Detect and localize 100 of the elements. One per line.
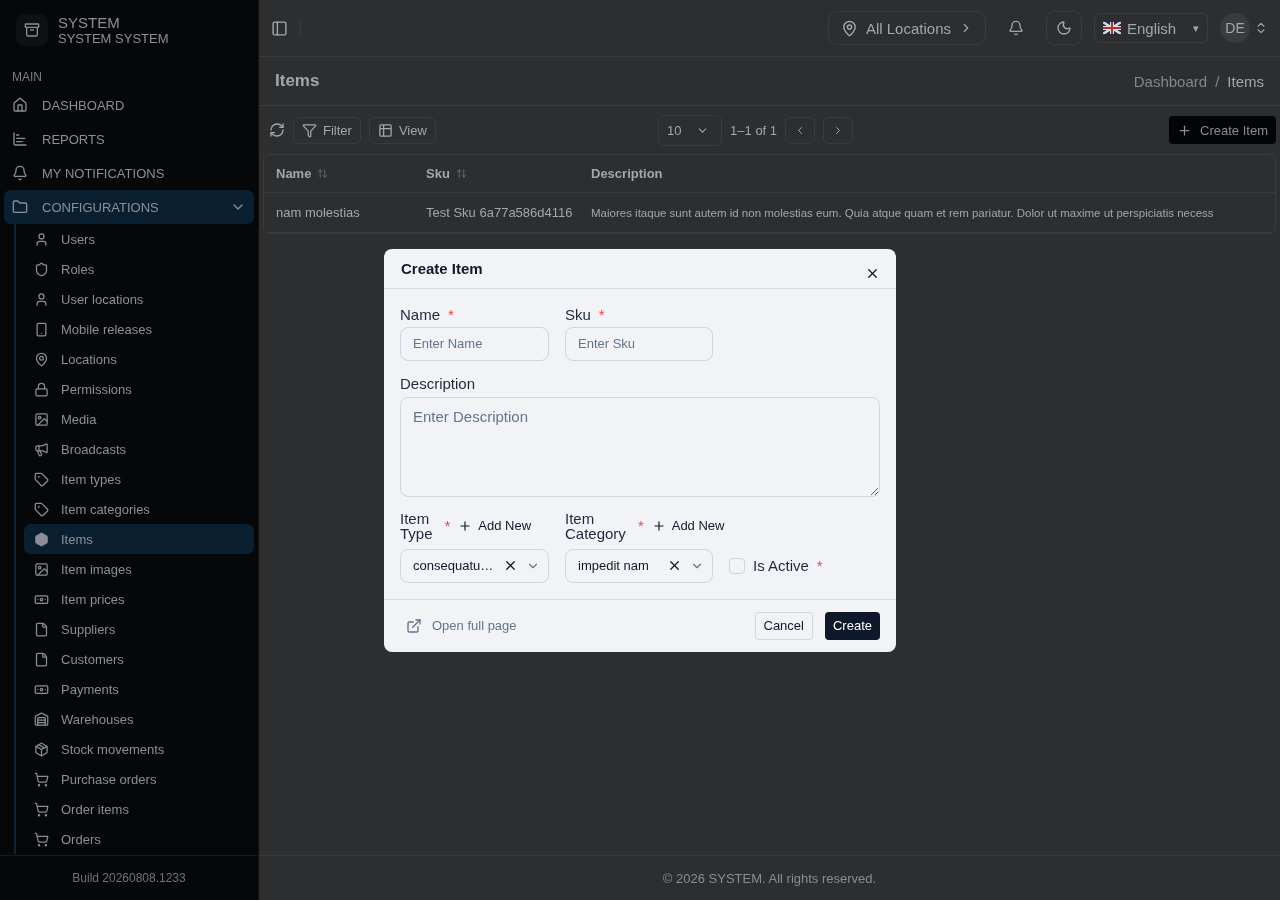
field-label: Item Category — [565, 510, 626, 541]
sidebar-item[interactable]: Locations — [24, 344, 254, 374]
create-button[interactable]: Create — [824, 611, 880, 640]
sidebar-toggle-icon[interactable] — [271, 19, 288, 37]
sidebar-item[interactable]: Item categories — [24, 494, 254, 524]
sidebar-item[interactable]: Purchase orders — [24, 764, 254, 794]
field-label: Description — [400, 376, 476, 391]
refresh-icon[interactable] — [269, 122, 285, 138]
sidebar-item[interactable]: Mobile releases — [24, 314, 254, 344]
table-cell-text: Maiores itaque sunt autem id non molestias eum. Quia atque quam et rem pariatur. Dolor ut maxime ut perspiciatis necess — [591, 206, 1215, 219]
sidebar-item[interactable]: Orders — [24, 824, 254, 854]
sidebar-item[interactable]: Media — [24, 404, 254, 434]
user-icon — [34, 291, 49, 307]
breadcrumb-item[interactable]: Dashboard — [1133, 72, 1208, 90]
dialog-title: Create Item — [401, 259, 483, 277]
brand-title: SYSTEM — [58, 14, 121, 31]
plus-icon — [458, 518, 473, 533]
file-icon — [34, 651, 49, 667]
bell-icon — [12, 165, 28, 181]
column-header[interactable]: Description — [591, 166, 1275, 181]
package-icon — [34, 741, 49, 757]
footer-text: © 2026 SYSTEM. All rights reserved. — [259, 855, 1280, 900]
moon-icon[interactable] — [1046, 11, 1082, 45]
tag-icon — [34, 501, 49, 517]
text-field[interactable]: Enter Sku — [565, 326, 713, 361]
sidebar-item[interactable]: CONFIGURATIONS — [4, 190, 254, 224]
sidebar-item[interactable]: Users — [24, 224, 254, 254]
description-field[interactable]: Enter Description — [400, 396, 880, 497]
text-field[interactable]: Enter Name — [400, 326, 549, 361]
plus-icon — [651, 518, 666, 533]
view-button[interactable]: View — [368, 116, 436, 144]
sidebar-item[interactable]: Permissions — [24, 374, 254, 404]
sidebar-item[interactable]: Customers — [24, 644, 254, 674]
external-link-icon — [406, 617, 422, 634]
select-field[interactable]: impedit nam — [565, 548, 713, 583]
cancel-button[interactable]: Cancel — [754, 611, 813, 640]
table-icon — [377, 122, 393, 138]
sidebar-item[interactable]: Roles — [24, 254, 254, 284]
sidebar-item[interactable]: Order items — [24, 794, 254, 824]
sidebar-item[interactable]: Broadcasts — [24, 434, 254, 464]
logo-icon — [16, 14, 48, 46]
sidebar-item[interactable]: Stock movements — [24, 734, 254, 764]
file-icon — [34, 621, 49, 637]
open-full-page-link[interactable]: Open full page — [406, 617, 517, 634]
table-cell-text: Test Sku 6a77a586d4116 — [426, 205, 574, 220]
required-mark: * — [598, 306, 605, 323]
build-label: Build 20260808.1233 — [0, 855, 258, 900]
warehouse-icon — [34, 711, 49, 727]
field-label: Name — [400, 307, 440, 322]
image-icon — [34, 411, 49, 427]
sidebar-item[interactable]: MY NOTIFICATIONS — [4, 156, 254, 190]
flag-icon — [1103, 22, 1121, 34]
cart-icon — [34, 771, 49, 787]
clear-icon[interactable] — [667, 558, 682, 573]
breadcrumb-item: Items — [1227, 72, 1264, 90]
shield-icon — [34, 261, 49, 277]
plus-icon — [1177, 122, 1193, 138]
avatar[interactable]: DE — [1220, 13, 1250, 43]
filter-icon — [302, 122, 317, 138]
add-new-button[interactable]: Add New — [458, 518, 532, 533]
sidebar-item[interactable]: Items — [24, 524, 254, 554]
chart-icon — [12, 131, 28, 147]
required-mark: * — [448, 306, 454, 323]
add-new-button[interactable]: Add New — [651, 518, 725, 533]
create-item-button[interactable]: Create Item — [1169, 116, 1276, 144]
tag-icon — [34, 471, 49, 487]
cart-icon — [34, 831, 49, 847]
sidebar-item[interactable]: Suppliers — [24, 614, 254, 644]
field-label: Item Type — [400, 510, 433, 541]
clear-icon[interactable] — [503, 558, 518, 573]
sidebar-item[interactable]: DASHBOARD — [4, 88, 254, 122]
page-title: Items — [275, 71, 320, 91]
field-label: Sku — [565, 307, 591, 322]
sidebar-item[interactable]: Item images — [24, 554, 254, 584]
home-icon — [12, 97, 28, 113]
map-pin-icon — [840, 19, 858, 37]
page-size-select[interactable]: 10 — [658, 114, 723, 146]
language-select[interactable]: English ▾ — [1094, 13, 1208, 43]
sidebar-item[interactable]: Payments — [24, 674, 254, 704]
location-selector[interactable]: All Locations — [827, 11, 986, 45]
lock-icon — [34, 381, 49, 397]
user-icon — [34, 231, 49, 247]
column-header[interactable]: Sku — [426, 166, 591, 181]
sidebar-item[interactable]: Item prices — [24, 584, 254, 614]
column-header[interactable]: Name — [276, 166, 426, 181]
checkbox[interactable] — [729, 557, 745, 574]
filter-button[interactable]: Filter — [293, 116, 361, 144]
select-field[interactable]: consequatu… — [400, 548, 549, 583]
sidebar-item[interactable]: User locations — [24, 284, 254, 314]
image-icon — [34, 561, 49, 577]
breadcrumb-separator: / — [1215, 72, 1220, 90]
sidebar-item[interactable]: REPORTS — [4, 122, 254, 156]
section-label: MAIN — [11, 69, 43, 86]
required-mark: * — [637, 517, 644, 534]
sidebar-item[interactable]: Item types — [24, 464, 254, 494]
hexagon-icon — [34, 531, 49, 547]
sidebar-item[interactable]: Warehouses — [24, 704, 254, 734]
folder-icon — [12, 199, 28, 215]
page-range: 1–1 of 1 — [730, 122, 778, 138]
brand-subtitle: SYSTEM SYSTEM — [58, 31, 169, 46]
